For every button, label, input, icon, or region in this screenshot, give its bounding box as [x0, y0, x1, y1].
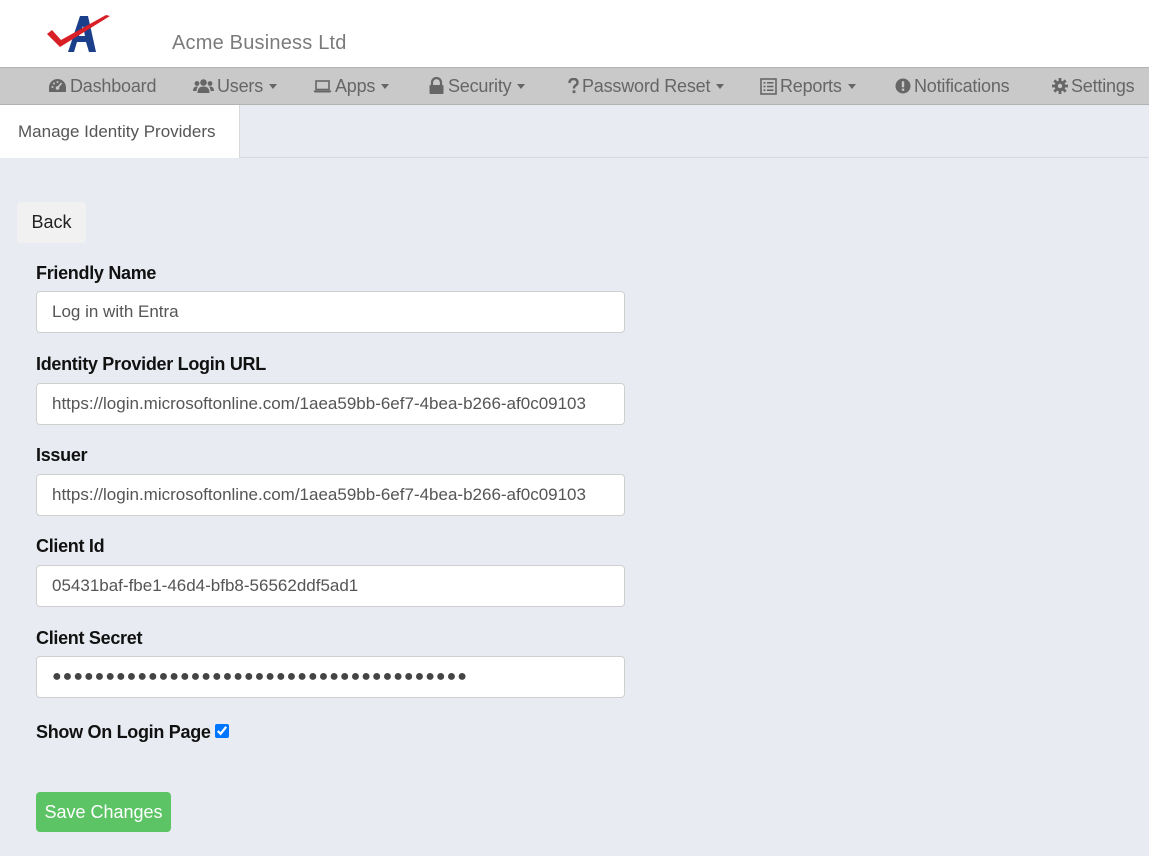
issuer-label: Issuer	[36, 445, 88, 465]
client-id-input[interactable]	[36, 565, 625, 607]
nav-dashboard[interactable]: Dashboard	[48, 68, 156, 104]
client-id-label: Client Id	[36, 536, 105, 556]
nav-security-label: Security	[448, 75, 512, 96]
nav-reports[interactable]: Reports	[760, 68, 856, 104]
nav-apps-label: Apps	[335, 75, 376, 96]
show-on-login-row: Show On Login Page	[36, 722, 229, 743]
chevron-down-icon	[847, 83, 856, 89]
client-secret-input[interactable]	[36, 656, 625, 698]
save-changes-button[interactable]: Save Changes	[36, 792, 171, 832]
nav-notifications[interactable]: Notifications	[895, 68, 1010, 104]
nav-apps[interactable]: Apps	[313, 68, 390, 104]
nav-dashboard-label: Dashboard	[70, 75, 157, 96]
nav-settings-label: Settings	[1071, 75, 1135, 96]
logo-icon	[47, 15, 110, 52]
users-icon	[193, 79, 214, 93]
company-name: Acme Business Ltd	[172, 32, 347, 54]
chevron-down-icon	[716, 83, 725, 89]
issuer-input[interactable]	[36, 474, 625, 516]
lock-icon	[429, 77, 444, 94]
dashboard-icon	[49, 79, 66, 92]
exclamation-circle-icon	[895, 78, 911, 94]
question-icon	[568, 78, 579, 94]
nav-password-reset[interactable]: Password Reset	[568, 68, 725, 104]
login-url-input[interactable]	[36, 383, 625, 425]
list-icon	[760, 77, 777, 95]
nav-reports-label: Reports	[780, 75, 842, 96]
nav-users-label: Users	[217, 75, 264, 96]
show-on-login-label: Show On Login Page	[36, 722, 211, 742]
chevron-down-icon	[517, 83, 526, 89]
show-on-login-checkbox[interactable]	[214, 723, 229, 738]
gear-icon	[1052, 78, 1068, 94]
nav-security[interactable]: Security	[428, 68, 526, 104]
back-button[interactable]: Back	[17, 202, 86, 243]
nav-users[interactable]: Users	[193, 68, 278, 104]
company-logo[interactable]	[44, 12, 114, 56]
app-header: Acme Business Ltd	[0, 0, 1149, 67]
client-secret-label: Client Secret	[36, 628, 143, 648]
main-navbar: Dashboard Users Apps Security Password R…	[0, 67, 1149, 105]
login-url-label: Identity Provider Login URL	[36, 354, 266, 374]
chevron-down-icon	[381, 83, 390, 89]
friendly-name-label: Friendly Name	[36, 263, 157, 283]
tab-manage-identity-providers[interactable]: Manage Identity Providers	[0, 105, 240, 158]
tab-bar: Manage Identity Providers	[0, 105, 1149, 158]
laptop-icon	[313, 80, 332, 93]
nav-notifications-label: Notifications	[914, 75, 1010, 96]
nav-password-reset-label: Password Reset	[582, 75, 711, 96]
friendly-name-input[interactable]	[36, 291, 625, 333]
chevron-down-icon	[269, 83, 278, 89]
nav-settings[interactable]: Settings	[1052, 68, 1135, 104]
